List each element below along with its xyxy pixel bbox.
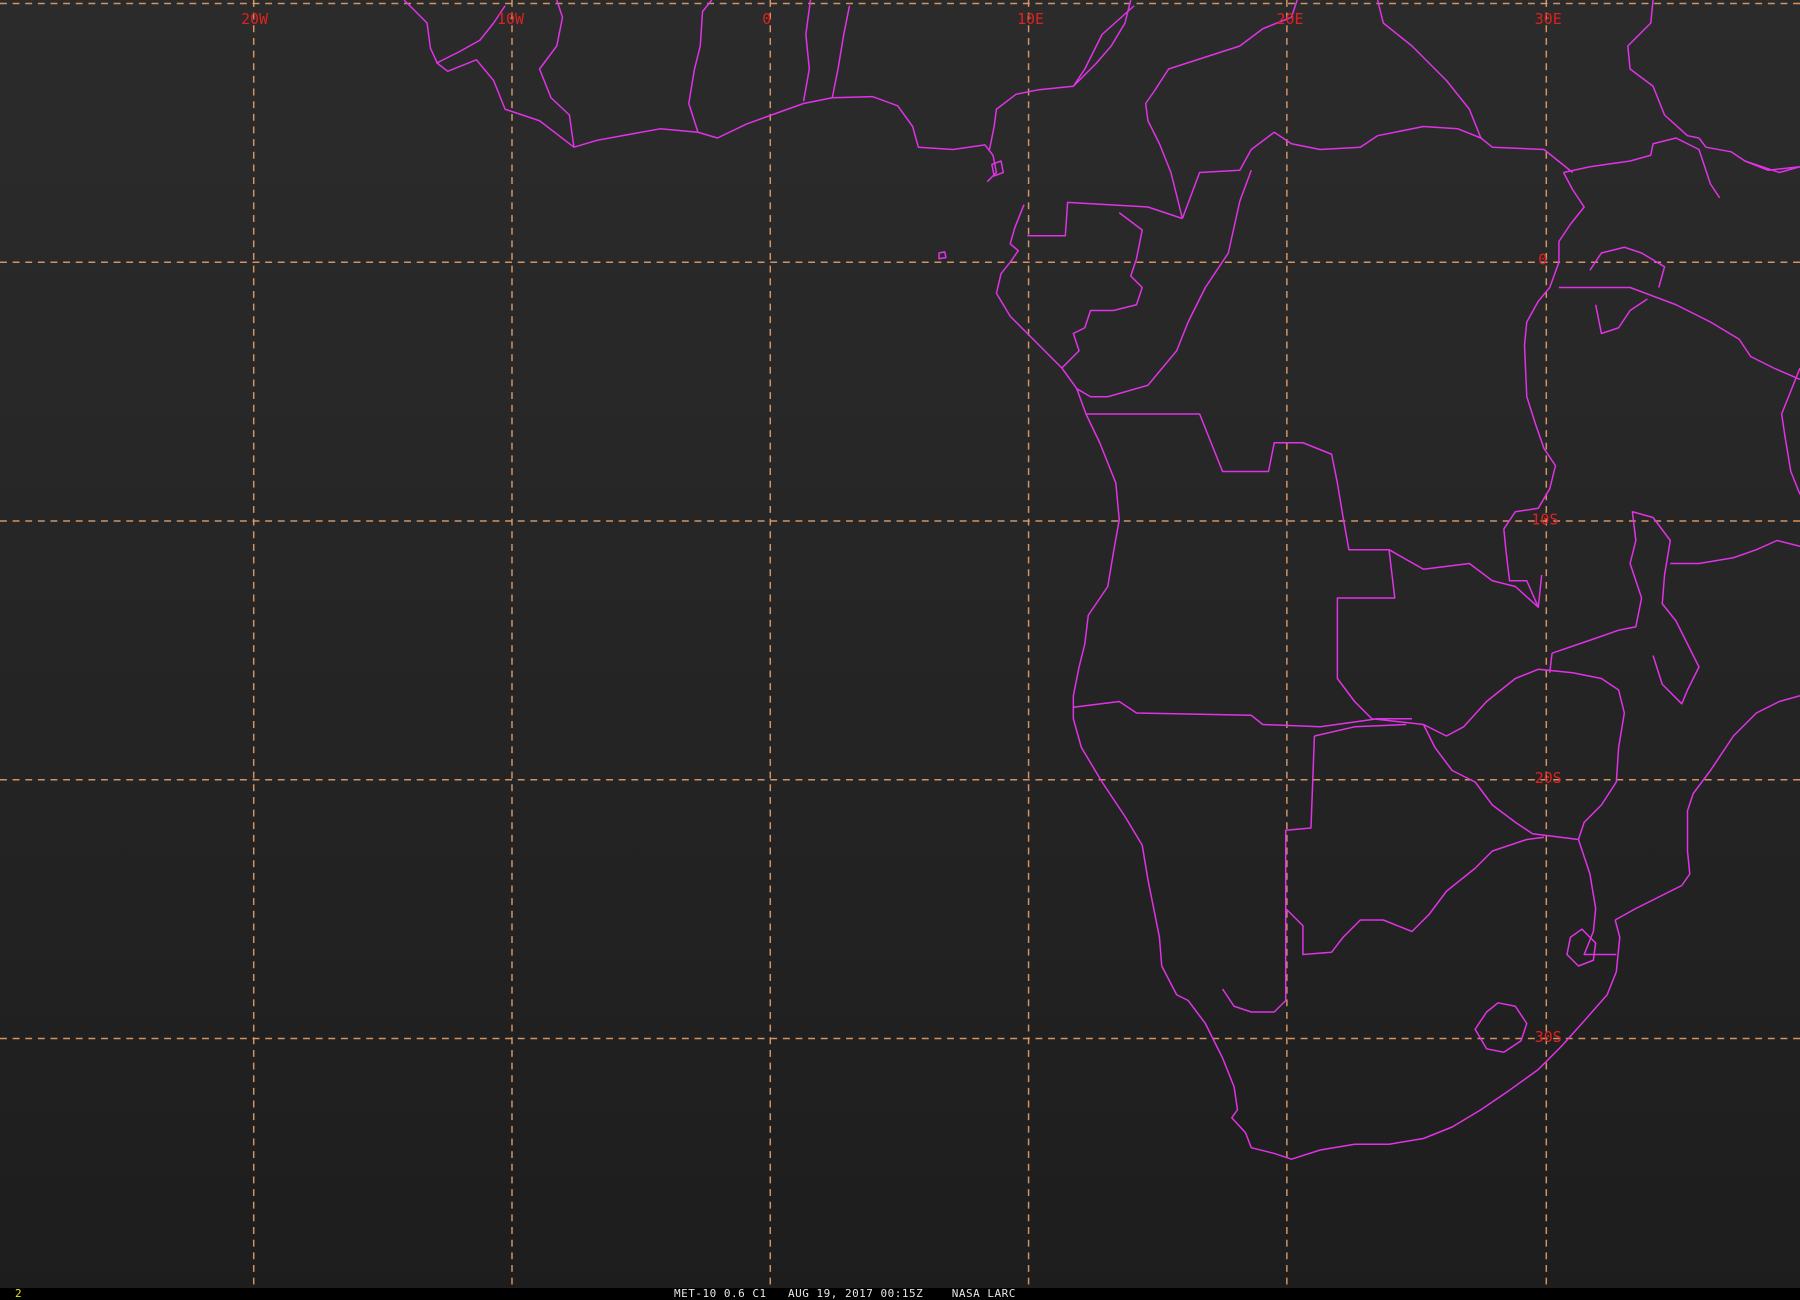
status-bar: 2 MET-10 0.6 C1 AUG 19, 2017 00:15Z NASA… — [0, 1288, 1800, 1300]
border-uganda-kenya — [1589, 246, 1666, 288]
lon-label-10e: 10E — [1017, 10, 1044, 28]
lon-label-30e: 30E — [1535, 10, 1562, 28]
island-sao-tome — [938, 251, 947, 260]
border-zambia-malawi — [1551, 511, 1700, 705]
border-south-sudan — [1563, 137, 1721, 199]
border-liberia-guinea — [435, 5, 506, 64]
border-tanzania-mozambique — [1670, 539, 1800, 565]
lon-label-20w: 20W — [241, 10, 268, 28]
island-bioko — [991, 160, 1005, 177]
longitude-labels: 20W 10W 0 10E 20E 30E — [241, 10, 1562, 28]
border-lake-victoria — [1594, 298, 1648, 335]
lat-label-30s: 30S — [1535, 1028, 1562, 1046]
border-angola-namibia — [1073, 700, 1412, 728]
border-sudan-egypt — [1376, 0, 1482, 139]
border-benin-nigeria — [831, 5, 851, 98]
border-car-north — [1027, 201, 1183, 237]
border-ethiopia-sudan — [1627, 0, 1700, 139]
frame-number: 2 — [15, 1287, 22, 1300]
satellite-map-view: 20W 10W 0 10E 20E 30E 0 10S 20S 30S 2 ME… — [0, 0, 1800, 1300]
border-chad-sudan — [1144, 0, 1298, 219]
border-ghana-burkina — [688, 0, 713, 133]
border-drc-east — [1503, 172, 1585, 608]
border-tanzania — [1558, 286, 1800, 381]
border-angola-zambia — [1336, 549, 1424, 726]
border-congo-gabon — [1061, 212, 1143, 369]
border-car-sudan — [1181, 125, 1574, 219]
coastline-west-africa — [403, 0, 998, 183]
border-mozambique-zimbabwe — [1577, 839, 1617, 956]
lat-label-20s: 20S — [1535, 769, 1562, 787]
border-east-coast-madagascar — [1780, 367, 1800, 495]
border-zambia-zimbabwe — [1423, 668, 1626, 840]
lat-label-10s: 10S — [1531, 510, 1558, 528]
border-lesotho — [1474, 1002, 1528, 1053]
map-canvas: 20W 10W 0 10E 20E 30E 0 10S 20S 30S — [0, 0, 1800, 1288]
border-drc-angola — [1085, 413, 1543, 608]
lon-label-20e: 20E — [1277, 10, 1304, 28]
image-caption: MET-10 0.6 C1 AUG 19, 2017 00:15Z NASA L… — [674, 1287, 1016, 1300]
latitude-gridlines — [0, 2, 1800, 1040]
lon-label-10w: 10W — [497, 10, 524, 28]
coastline-east-africa — [1698, 137, 1800, 171]
border-namibia-botswana — [1221, 735, 1316, 1013]
coastline-mozambique — [1614, 695, 1800, 921]
border-togo-benin — [802, 0, 812, 102]
border-botswana-south-africa — [1285, 836, 1545, 956]
border-ethiopia-kenya — [1744, 160, 1800, 174]
coastline-gabon-namibia — [995, 204, 1621, 1160]
lat-label-0: 0 — [1538, 250, 1547, 268]
coastline-gulf-of-guinea — [988, 5, 1135, 150]
lon-label-0: 0 — [762, 10, 771, 28]
country-boundaries — [403, 0, 1800, 1160]
longitude-gridlines — [252, 0, 1548, 1288]
